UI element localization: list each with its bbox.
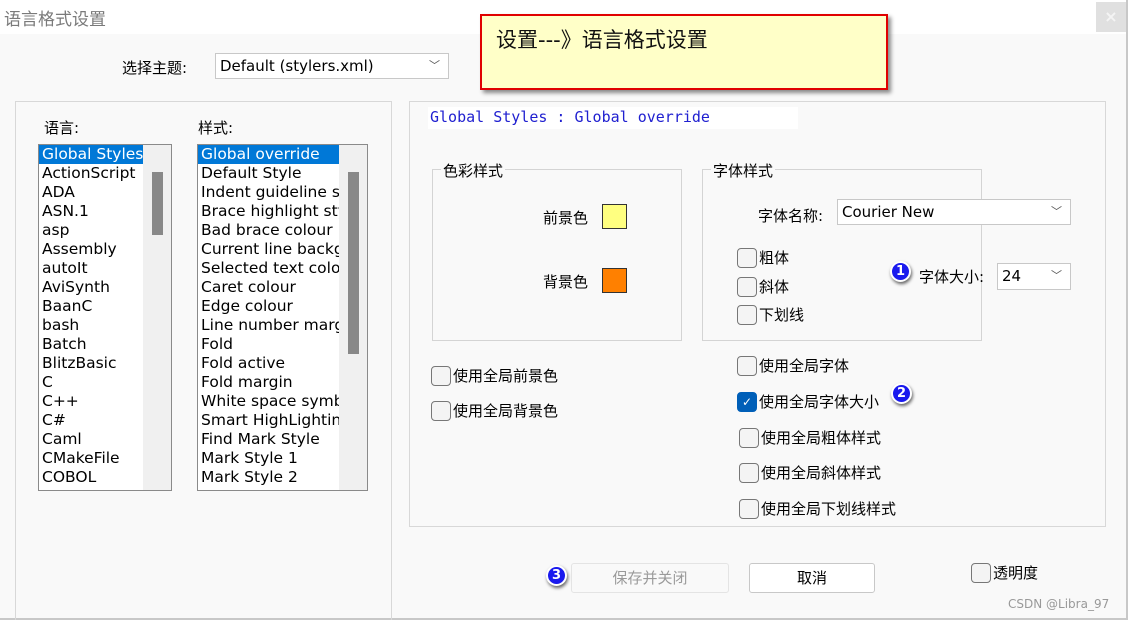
use-global-font-checkbox[interactable]: 使用全局字体 [737,355,849,376]
checkbox-box[interactable] [739,427,759,448]
style-scrollbar[interactable] [339,145,367,490]
use-global-bg-label: 使用全局背景色 [453,402,559,420]
theme-select-value: Default (stylers.xml) [220,57,374,75]
use-global-fg-label: 使用全局前景色 [453,367,559,385]
language-listbox[interactable]: Global Styles ActionScript ADA ASN.1 asp Asse… [38,144,172,491]
style-configurator-dialog: 语言格式设置 × 设置---》语言格式设置 选择主题: Default (sty… [0,0,1128,620]
checkbox-box[interactable] [737,304,757,325]
font-size-value: 24 [1002,267,1022,285]
use-global-bold-checkbox[interactable]: 使用全局粗体样式 [739,427,881,448]
font-size-select[interactable]: 24 ﹀ [997,263,1071,290]
background-label: 背景色 [543,273,589,291]
italic-checkbox[interactable]: 斜体 [737,276,789,297]
save-and-close-button[interactable]: 保存并关闭 [571,563,729,593]
style-preview: Global Styles : Global override [428,107,798,129]
transparency-checkbox[interactable]: 透明度 [971,562,1038,583]
style-settings-panel: Global Styles : Global override 色彩样式 前景色… [409,101,1106,527]
use-global-underline-checkbox[interactable]: 使用全局下划线样式 [739,498,896,519]
checkbox-box[interactable] [971,562,991,583]
checkbox-box[interactable] [431,365,451,386]
use-global-fg-checkbox[interactable]: 使用全局前景色 [431,365,558,386]
use-global-italic-label: 使用全局斜体样式 [761,464,882,482]
style-scroll-thumb[interactable] [348,172,359,354]
font-style-group: 字体样式 字体名称: Courier New ﹀ 粗体 斜体 下划线 字体大小:… [702,160,1071,341]
chevron-down-icon: ﹀ [1051,205,1062,218]
checkbox-box[interactable] [737,247,757,268]
annotation-badge-1: 1 [890,261,911,282]
checkbox-box[interactable] [737,355,757,376]
style-listbox[interactable]: Global override Default Style Indent guide… [197,144,368,491]
chevron-down-icon: ﹀ [1051,269,1062,282]
use-global-bg-checkbox[interactable]: 使用全局背景色 [431,400,558,421]
language-label: 语言: [44,119,80,137]
checkbox-box[interactable] [739,498,759,519]
font-name-select[interactable]: Courier New ﹀ [837,199,1071,225]
use-global-underline-label: 使用全局下划线样式 [761,500,897,518]
close-button[interactable]: × [1096,2,1126,32]
underline-label: 下划线 [759,306,805,324]
underline-checkbox[interactable]: 下划线 [737,304,804,325]
language-scroll-thumb[interactable] [152,172,163,235]
annotation-badge-2: 2 [891,383,912,404]
theme-select[interactable]: Default (stylers.xml) ﹀ [215,53,449,79]
font-name-label: 字体名称: [758,207,824,225]
italic-label: 斜体 [759,278,790,296]
color-style-group: 色彩样式 前景色 背景色 [432,160,682,341]
use-global-font-size-checkbox[interactable]: 使用全局字体大小 [737,391,879,412]
theme-label: 选择主题: [122,59,188,77]
font-name-value: Courier New [842,203,935,221]
use-global-italic-checkbox[interactable]: 使用全局斜体样式 [739,462,881,483]
chevron-down-icon: ﹀ [429,59,440,72]
use-global-font-label: 使用全局字体 [759,357,850,375]
transparency-label: 透明度 [993,564,1039,582]
watermark: CSDN @Libra_97 [1008,597,1110,611]
annotation-callout: 设置---》语言格式设置 [480,14,888,90]
close-icon: × [1104,7,1118,26]
font-size-label: 字体大小: [919,268,985,286]
foreground-label: 前景色 [543,209,589,227]
cancel-button[interactable]: 取消 [749,563,875,593]
bold-checkbox[interactable]: 粗体 [737,247,789,268]
use-global-font-size-label: 使用全局字体大小 [759,393,880,411]
bold-label: 粗体 [759,249,790,267]
color-group-title: 色彩样式 [441,160,506,181]
checkbox-box[interactable] [737,276,757,297]
language-scrollbar[interactable] [143,145,171,490]
foreground-color-swatch[interactable] [602,204,627,229]
checkbox-box[interactable] [739,462,759,483]
checkbox-box[interactable] [737,391,757,412]
dialog-title: 语言格式设置 [4,10,106,30]
annotation-text: 设置---》语言格式设置 [496,28,708,52]
style-label: 样式: [198,119,234,137]
background-color-swatch[interactable] [602,268,627,293]
checkbox-box[interactable] [431,400,451,421]
annotation-badge-3: 3 [546,565,567,586]
font-group-title: 字体样式 [711,160,776,181]
use-global-bold-label: 使用全局粗体样式 [761,429,882,447]
